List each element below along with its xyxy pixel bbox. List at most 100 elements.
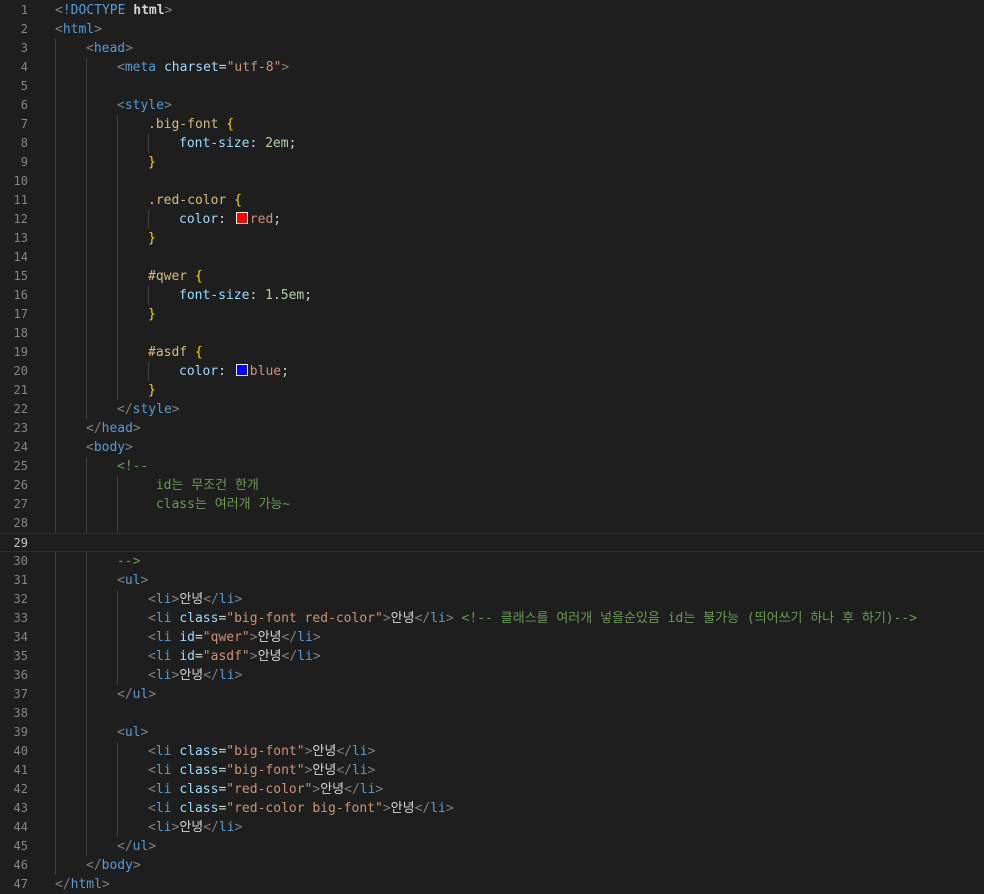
code-line[interactable]: 10 — [0, 172, 984, 191]
token-text: : — [218, 212, 234, 227]
token-tag: li — [155, 668, 172, 683]
code-line[interactable]: 2 <html> — [0, 20, 984, 39]
code-line[interactable]: 43 <li class="red-color big-font">안녕</li> — [0, 799, 984, 818]
code-text: <meta charset="utf-8"> — [117, 58, 289, 77]
indent-guide — [55, 780, 56, 799]
code-line[interactable]: 27 class는 여러개 가능~ — [0, 495, 984, 514]
code-line[interactable]: 31 <ul> — [0, 571, 984, 590]
token-punc: > — [375, 782, 384, 797]
token-sel: .big-font — [148, 117, 227, 132]
token-punc: < — [148, 744, 156, 759]
token-tag: ul — [132, 687, 149, 702]
code-line[interactable]: 37 </ul> — [0, 685, 984, 704]
code-line[interactable]: 45 </ul> — [0, 837, 984, 856]
token-tag: li — [155, 744, 180, 759]
code-line[interactable]: 39 <ul> — [0, 723, 984, 742]
code-text: <body> — [86, 438, 133, 457]
indent-guide — [117, 381, 118, 400]
code-line[interactable]: 1 <!DOCTYPE html> — [0, 1, 984, 20]
indent-guide — [117, 248, 118, 267]
code-text: <li class="big-font">안녕</li> — [148, 742, 375, 761]
code-line[interactable]: 7 .big-font { — [0, 115, 984, 134]
code-line[interactable]: 38 — [0, 704, 984, 723]
token-text: 안녕 — [312, 763, 337, 778]
token-punc: > — [234, 592, 243, 607]
code-line[interactable]: 35 <li id="asdf">안녕</li> — [0, 647, 984, 666]
color-swatch-icon[interactable] — [235, 364, 248, 376]
indent-guide — [55, 837, 56, 856]
token-tag: li — [155, 782, 180, 797]
code-line[interactable]: 5 — [0, 77, 984, 96]
code-editor[interactable]: 1 <!DOCTYPE html> 2 <html> 3 <head> 4 <meta cha… — [0, 0, 984, 892]
code-text: id는 무조건 한개 — [148, 476, 259, 495]
code-line[interactable]: 9} — [0, 153, 984, 172]
code-line[interactable]: 40 <li class="big-font">안녕</li> — [0, 742, 984, 761]
code-line[interactable]: 24 <body> — [0, 438, 984, 457]
code-line[interactable]: 11 .red-color { — [0, 191, 984, 210]
code-line[interactable]: 16 font-size: 1.5em; — [0, 286, 984, 305]
code-line[interactable]: 26 id는 무조건 한개 — [0, 476, 984, 495]
token-punc: > — [125, 41, 133, 56]
code-line[interactable]: 14 — [0, 248, 984, 267]
code-line[interactable]: 15 #qwer { — [0, 267, 984, 286]
code-text: <li id="qwer">안녕</li> — [148, 628, 321, 647]
color-swatch-icon[interactable] — [235, 212, 248, 224]
code-line[interactable]: 44 <li>안녕</li> — [0, 818, 984, 837]
code-line[interactable]: 42 <li class="red-color">안녕</li> — [0, 780, 984, 799]
code-line[interactable]: 18 — [0, 324, 984, 343]
token-punc: > — [234, 668, 243, 683]
code-line[interactable]: 34 <li id="qwer">안녕</li> — [0, 628, 984, 647]
code-line[interactable]: 46 </body> — [0, 856, 984, 875]
indent-guide — [55, 77, 56, 96]
token-text: ; — [304, 288, 313, 303]
indent-guide — [55, 400, 56, 419]
code-line[interactable]: 41 <li class="big-font">안녕</li> — [0, 761, 984, 780]
token-punc: < — [148, 782, 156, 797]
token-com: <!-- — [117, 459, 149, 474]
token-brace: { — [234, 193, 242, 208]
code-line[interactable]: 8 font-size: 2em; — [0, 134, 984, 153]
code-line[interactable]: 19 #asdf { — [0, 343, 984, 362]
line-number: 34 — [13, 630, 28, 644]
line-number: 7 — [20, 117, 28, 131]
code-line[interactable]: 33 <li class="big-font red-color">안녕</li>… — [0, 609, 984, 628]
line-number: 37 — [13, 687, 28, 701]
token-punc: > — [249, 649, 258, 664]
code-line[interactable]: 6 <style> — [0, 96, 984, 115]
indent-guide — [117, 609, 118, 628]
code-line[interactable]: 12 color: red; — [0, 210, 984, 229]
code-line[interactable]: 25 <!-- — [0, 457, 984, 476]
token-punc: > — [132, 858, 141, 873]
indent-guide — [117, 780, 118, 799]
indent-guide — [117, 666, 118, 685]
token-punc: > — [132, 421, 141, 436]
token-com: <!-- 클래스를 여러개 넣을순있음 id는 불가능 (띄어쓰기 하나 후 하… — [461, 611, 918, 626]
code-line[interactable]: 4 <meta charset="utf-8"> — [0, 58, 984, 77]
code-line[interactable]: 3 <head> — [0, 39, 984, 58]
token-tag: li — [218, 592, 235, 607]
code-text: <!DOCTYPE html> — [55, 1, 172, 20]
line-number: 2 — [20, 22, 28, 36]
token-punc: > — [312, 630, 321, 645]
token-text: 안녕 — [257, 649, 282, 664]
code-line[interactable]: 21} — [0, 381, 984, 400]
indent-guide — [86, 248, 87, 267]
code-text: <li class="big-font">안녕</li> — [148, 761, 375, 780]
code-line[interactable]: 32 <li>안녕</li> — [0, 590, 984, 609]
code-line[interactable]: 22 </style> — [0, 400, 984, 419]
token-punc: < — [55, 3, 63, 18]
code-line[interactable]: 17} — [0, 305, 984, 324]
indent-guide — [55, 457, 56, 476]
code-line[interactable]: 23 </head> — [0, 419, 984, 438]
code-line[interactable]: 13} — [0, 229, 984, 248]
indent-guide — [55, 153, 56, 172]
token-tag: li — [155, 611, 180, 626]
code-line[interactable]: 36 <li>안녕</li> — [0, 666, 984, 685]
code-line[interactable]: 29 — [0, 533, 984, 552]
code-line[interactable]: 47 </html> — [0, 875, 984, 894]
code-line[interactable]: 30 --> — [0, 552, 984, 571]
indent-guide — [55, 39, 56, 58]
code-line[interactable]: 20 color: blue; — [0, 362, 984, 381]
line-number: 28 — [13, 516, 28, 530]
code-line[interactable]: 28 — [0, 514, 984, 533]
